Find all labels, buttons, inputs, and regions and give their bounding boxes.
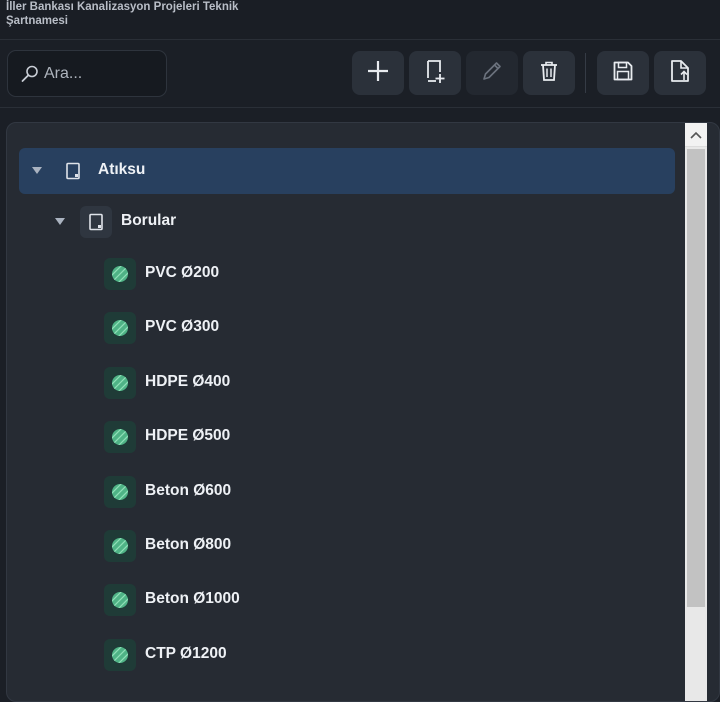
add-button[interactable]	[352, 51, 404, 95]
pipe-item-icon	[104, 421, 136, 454]
tree-leaf-label: Beton Ø800	[145, 536, 232, 553]
search-icon	[20, 64, 40, 84]
pipe-item-icon	[104, 475, 136, 508]
tree-leaf-label: Beton Ø1000	[145, 590, 240, 608]
expand-caret-icon[interactable]	[31, 165, 43, 177]
tree-node-label: Borular	[121, 212, 177, 229]
scroll-up-button[interactable]	[685, 123, 707, 147]
tree-leaf-label: HDPE Ø400	[145, 372, 231, 390]
tree-leaf-item[interactable]: HDPE Ø500	[19, 414, 675, 460]
pipe-item-icon	[104, 530, 136, 562]
tree-leaf-item[interactable]: Beton Ø800	[19, 523, 675, 569]
document-icon	[57, 155, 89, 187]
pipe-item-icon	[104, 584, 136, 617]
add-child-button[interactable]	[409, 51, 461, 95]
app-title: İller Bankası Kanalizasyon Projeleri Tek…	[6, 1, 239, 27]
add-document-icon	[422, 58, 448, 88]
tree-node-label: Atıksu	[98, 161, 146, 178]
search-input[interactable]	[44, 59, 159, 88]
pipe-item-icon	[104, 366, 136, 399]
pipe-item-icon	[104, 258, 136, 290]
toolbar-separator	[585, 53, 586, 93]
export-document-icon	[667, 58, 693, 88]
pipe-item-icon	[104, 638, 136, 671]
document-icon	[80, 206, 112, 238]
vertical-scrollbar[interactable]	[685, 123, 707, 701]
expand-caret-icon[interactable]	[54, 216, 66, 228]
tree-leaf-item[interactable]: PVC Ø300	[19, 305, 675, 351]
tree-leaf-label: Beton Ø600	[145, 481, 232, 499]
title-bar: İller Bankası Kanalizasyon Projeleri Tek…	[0, 0, 720, 40]
pipe-item-icon	[104, 312, 136, 345]
plus-icon	[366, 59, 390, 87]
tree-leaf-label: PVC Ø300	[145, 318, 220, 336]
search-box[interactable]	[7, 50, 167, 97]
tree-leaf-item[interactable]: HDPE Ø400	[19, 360, 675, 406]
save-button[interactable]	[597, 51, 649, 95]
floppy-disk-icon	[611, 59, 635, 87]
tree-leaf-label: PVC Ø200	[145, 264, 220, 281]
tree-panel: Atıksu Borular PVC Ø200 PVC Ø300 HDPE Ø400…	[6, 122, 720, 702]
export-button[interactable]	[654, 51, 706, 95]
toolbar	[0, 40, 720, 108]
trash-icon	[537, 59, 561, 87]
chevron-up-icon	[690, 131, 702, 139]
edit-button[interactable]	[466, 51, 518, 95]
tree-leaf-label: HDPE Ø500	[145, 427, 231, 445]
scrollbar-thumb[interactable]	[687, 149, 705, 607]
tree-node-atiksu[interactable]: Atıksu	[19, 148, 675, 194]
tree-leaf-item[interactable]: PVC Ø200	[19, 251, 675, 297]
delete-button[interactable]	[523, 51, 575, 95]
tree-leaf-item[interactable]: Beton Ø1000	[19, 577, 675, 623]
tree-node-borular[interactable]: Borular	[19, 199, 675, 245]
tree-leaf-item[interactable]: CTP Ø1200	[19, 632, 675, 678]
pencil-icon	[480, 59, 504, 87]
tree-leaf-item[interactable]: Beton Ø600	[19, 469, 675, 515]
tree-leaf-label: CTP Ø1200	[145, 644, 227, 662]
